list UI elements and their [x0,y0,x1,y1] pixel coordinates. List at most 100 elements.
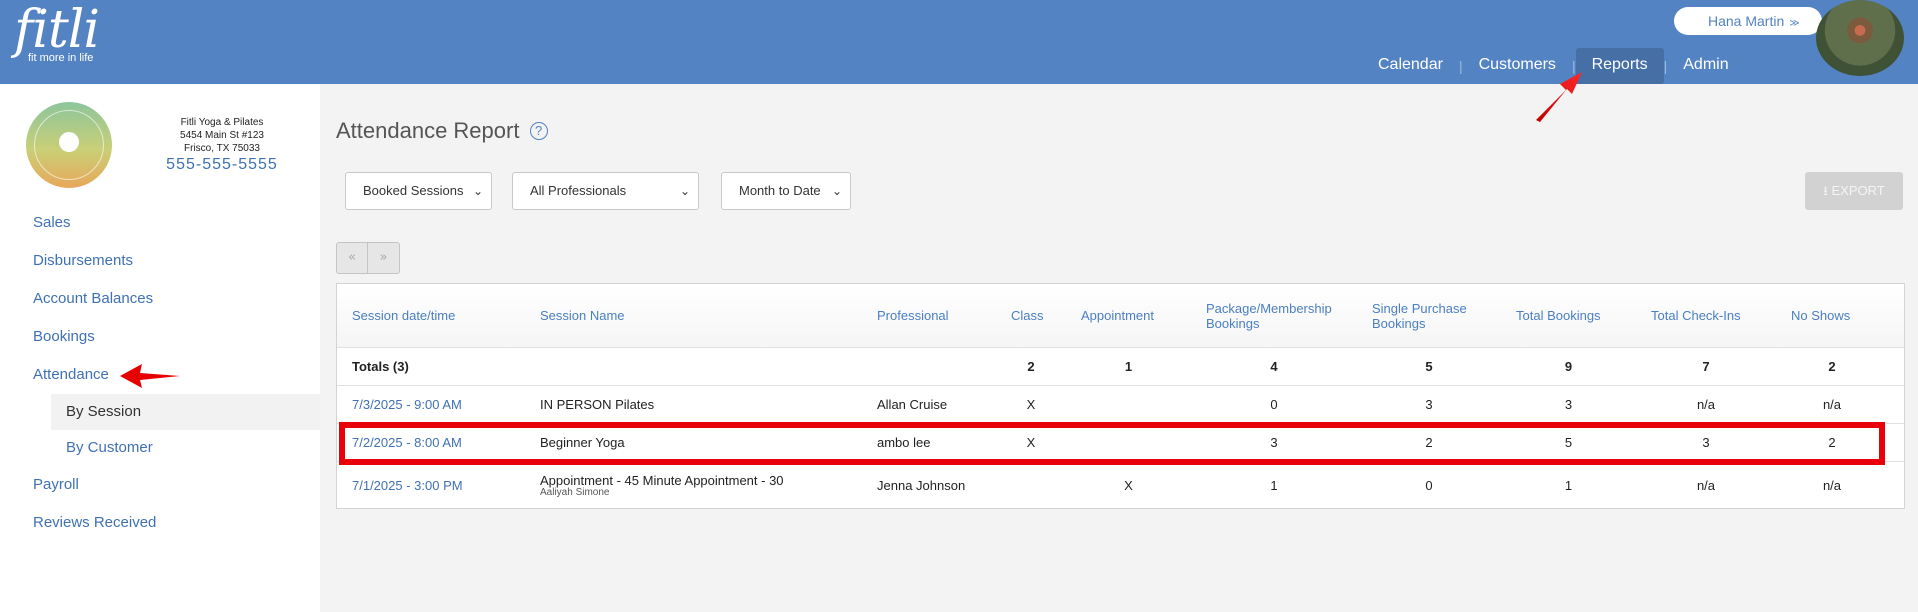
download-icon: ⭳ [1823,183,1828,198]
checkins-cell: n/a [1696,397,1716,412]
sidebar-subitem-by-session[interactable]: By Session [51,394,320,430]
sidebar-item-attendance[interactable]: Attendance [0,356,320,394]
nav-calendar[interactable]: Calendar [1362,48,1459,84]
pagination: « » [336,242,400,274]
help-icon[interactable]: ? [529,122,548,140]
totals-label: Totals (3) [352,359,409,374]
totals-package: 4 [1270,359,1278,374]
sidebar-item-reviews-received[interactable]: Reviews Received [0,504,320,542]
avatar[interactable] [1816,0,1904,76]
package-cell: 1 [1270,477,1278,493]
table-row: 7/1/2025 - 3:00 PM Appointment - 45 Minu… [337,462,1904,508]
single-cell: 0 [1425,477,1433,493]
page-title: Attendance Report ? [336,118,548,144]
totals-total: 9 [1564,359,1573,374]
date-range-value: Month to Date [739,183,821,198]
class-cell: X [1026,397,1036,412]
checkins-cell: 3 [1702,435,1710,450]
total-cell: 5 [1564,435,1573,450]
report-type-value: Booked Sessions [363,183,464,198]
column-header-single-bookings[interactable]: Single Purchase Bookings [1357,301,1501,331]
class-cell: X [1026,435,1036,450]
nav-admin[interactable]: Admin [1667,48,1744,84]
export-button[interactable]: ⭳ EXPORT [1805,172,1903,210]
user-menu[interactable]: Hana Martin ≫ [1674,7,1822,35]
sidebar-item-account-balances[interactable]: Account Balances [0,280,320,318]
totals-row: Totals (3) 2 1 4 5 9 7 2 [337,348,1904,386]
column-header-package-bookings[interactable]: Package/Membership Bookings [1191,301,1357,331]
business-name: Fitli Yoga & Pilates [180,117,264,128]
session-client-name: Aaliyah Simone [540,486,610,498]
sidebar-subitem-by-customer[interactable]: By Customer [0,430,320,466]
single-cell: 2 [1425,435,1433,450]
total-cell: 1 [1564,477,1573,493]
business-phone[interactable]: 555-555-5555 [150,157,294,173]
noshows-cell: 2 [1828,435,1836,450]
export-label: EXPORT [1831,183,1885,198]
logo-tagline: fit more in life [28,52,94,64]
business-logo [26,102,112,188]
sidebar-item-payroll[interactable]: Payroll [0,466,320,504]
session-name: Appointment - 45 Minute Appointment - 30 [540,472,784,488]
professional-value: All Professionals [530,183,627,198]
single-cell: 3 [1425,397,1433,412]
main-nav: Calendar | Customers | Reports | Admin [1362,48,1745,84]
nav-customers[interactable]: Customers [1463,48,1572,84]
nav-reports[interactable]: Reports [1575,48,1664,84]
professional-select[interactable]: All Professionals ⌄ [512,172,699,210]
session-datetime-link[interactable]: 7/2/2025 - 8:00 AM [337,435,525,450]
totals-appointment: 1 [1124,359,1133,374]
sidebar-item-sales[interactable]: Sales [0,204,320,242]
business-address-line2: Frisco, TX 75033 [184,143,260,154]
professional-name: ambo lee [877,435,931,450]
checkins-cell: n/a [1696,477,1716,493]
fitli-logo[interactable]: fitli fit more in life [14,0,100,64]
attendance-table: Session date/time Session Name Professio… [336,283,1905,509]
main-content: Attendance Report ? Booked Sessions ⌄ Al… [320,84,1918,612]
package-cell: 3 [1270,435,1278,450]
session-datetime-link[interactable]: 7/1/2025 - 3:00 PM [337,478,525,493]
date-range-select[interactable]: Month to Date ⌄ [721,172,851,210]
report-type-select[interactable]: Booked Sessions ⌄ [345,172,492,210]
appointment-cell: X [1124,477,1133,493]
business-address-line1: 5454 Main St #123 [180,130,264,141]
session-datetime-link[interactable]: 7/3/2025 - 9:00 AM [337,397,525,412]
business-info: Fitli Yoga & Pilates 5454 Main St #123 F… [150,116,294,173]
logo-wordmark: fitli [14,0,100,60]
package-cell: 0 [1270,397,1278,412]
column-header-professional[interactable]: Professional [862,308,996,323]
table-row: 7/2/2025 - 8:00 AM Beginner Yoga ambo le… [337,424,1904,462]
sidebar-item-disbursements[interactable]: Disbursements [0,242,320,280]
chevron-down-icon: ⌄ [679,184,690,198]
prev-page-button[interactable]: « [337,243,368,273]
column-header-total-checkins[interactable]: Total Check-Ins [1636,308,1776,323]
page-title-text: Attendance Report [336,118,520,143]
chevron-down-icon: ⌄ [472,184,483,198]
noshows-cell: n/a [1822,397,1842,412]
reports-menu: Sales Disbursements Account Balances Boo… [0,204,320,542]
column-header-no-shows[interactable]: No Shows [1776,308,1888,323]
session-name-cell: Appointment - 45 Minute Appointment - 30… [525,473,862,498]
column-header-total-bookings[interactable]: Total Bookings [1501,308,1636,323]
professional-name: Allan Cruise [877,397,948,412]
totals-checkins: 7 [1702,359,1710,374]
next-page-button[interactable]: » [368,243,399,273]
session-name: IN PERSON Pilates [540,397,655,412]
column-header-session-name[interactable]: Session Name [525,308,862,323]
professional-name: Jenna Johnson [877,477,966,493]
chevron-down-icon: ≫ [1789,18,1800,29]
totals-single: 5 [1425,359,1433,374]
column-header-session-datetime[interactable]: Session date/time [337,308,525,323]
top-bar: fitli fit more in life Hana Martin ≫ Cale… [0,0,1918,84]
column-header-appointment[interactable]: Appointment [1066,308,1191,323]
noshows-cell: n/a [1822,477,1842,493]
column-header-class[interactable]: Class [996,308,1066,323]
total-cell: 3 [1564,397,1573,412]
meditation-figure-icon [59,132,79,152]
sidebar-item-bookings[interactable]: Bookings [0,318,320,356]
totals-noshows: 2 [1828,359,1836,374]
sidebar: Fitli Yoga & Pilates 5454 Main St #123 F… [0,84,320,612]
session-name: Beginner Yoga [540,435,625,450]
table-row: 7/3/2025 - 9:00 AM IN PERSON Pilates All… [337,386,1904,424]
table-header: Session date/time Session Name Professio… [337,284,1904,348]
